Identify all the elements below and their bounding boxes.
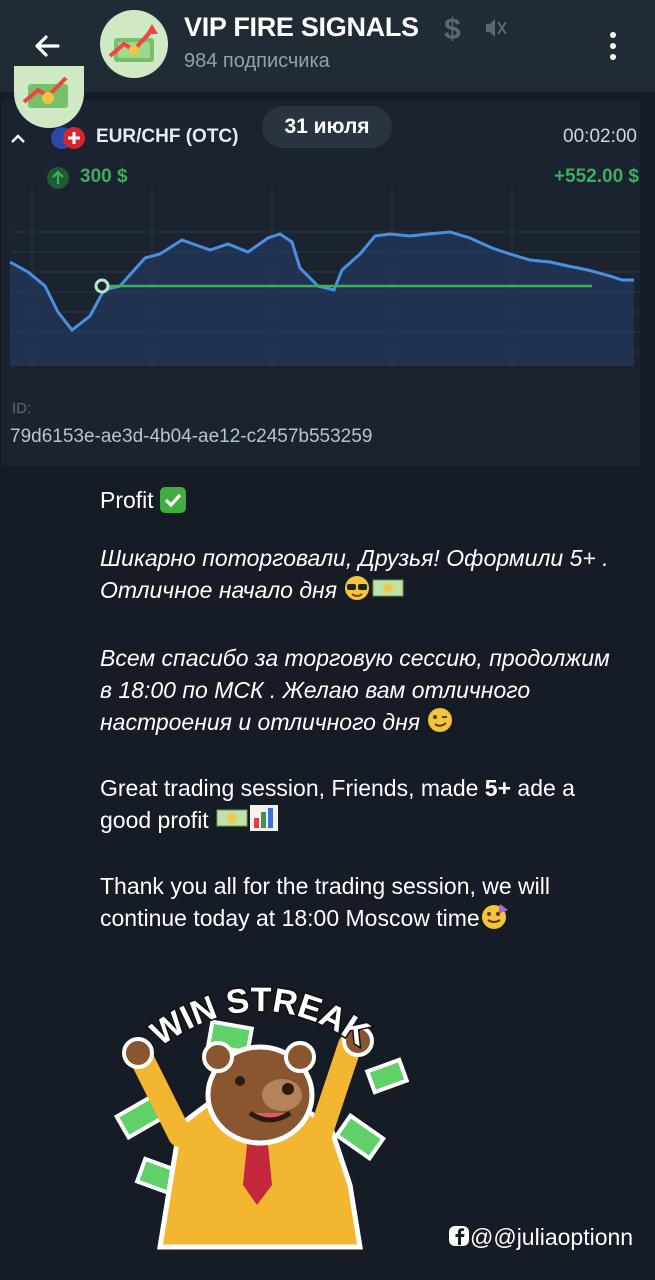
sunglasses-icon <box>343 575 371 609</box>
trade-amount: 300 $ <box>80 166 128 187</box>
en-paragraph-1: Great trading session, Friends, made 5+ … <box>100 772 620 840</box>
facebook-icon <box>448 1225 470 1253</box>
dollar-icon: $ <box>444 13 461 44</box>
mute-icon <box>486 19 507 37</box>
price-chart <box>9 190 640 366</box>
wink-icon <box>426 707 454 741</box>
money-icon <box>215 805 249 839</box>
ru-paragraph-2-text: Всем спасибо за торговую сессию, продолж… <box>100 645 610 735</box>
sticker-caption: WIN STREAK <box>144 985 376 1053</box>
more-vertical-icon[interactable] <box>602 30 624 62</box>
profit-line: Profit <box>100 484 187 516</box>
channel-avatar[interactable] <box>100 10 168 78</box>
currency-pair: EUR/CHF (OTC) <box>96 126 239 147</box>
channel-title[interactable]: VIP FIRE SIGNALS <box>184 12 419 43</box>
pair-flags <box>11 127 85 149</box>
money-icon <box>371 575 405 609</box>
arrow-left-icon[interactable] <box>26 24 70 68</box>
ru-paragraph-2: Всем спасибо за торговую сессию, продолж… <box>100 642 620 741</box>
check-mark-icon <box>160 486 187 513</box>
arrow-up-circle-icon <box>47 167 69 189</box>
watermark-text: @@juliaoptionn <box>470 1224 634 1250</box>
trade-id-value[interactable]: 79d6153e-ae3d-4b04-ae12-c2457b553259 <box>10 426 372 448</box>
win-streak-sticker[interactable]: WIN STREAK <box>100 985 420 1255</box>
date-pill: 31 июля <box>262 106 392 148</box>
chart-bars-icon <box>249 804 279 840</box>
en-paragraph-1-text-a: Great trading session, Friends, made <box>100 775 485 801</box>
entry-point <box>94 278 110 294</box>
title-status-icons: $ <box>444 13 507 44</box>
chat-header: VIP FIRE SIGNALS $ 984 подписчика <box>0 0 655 92</box>
trade-profit: +552.00 $ <box>553 166 639 187</box>
watermark: @@juliaoptionn <box>448 1224 633 1253</box>
trade-timer: 00:02:00 <box>563 126 637 147</box>
en-paragraph-2: Thank you all for the trading session, w… <box>100 870 620 938</box>
profit-title: Profit <box>100 487 154 513</box>
ru-paragraph-1: Шикарно поторговали, Друзья! Оформили 5+… <box>100 542 620 609</box>
svg-text:$: $ <box>444 13 461 44</box>
chevron-up-icon <box>11 134 25 143</box>
en-paragraph-1-bold: 5+ <box>484 775 512 801</box>
subscriber-count: 984 подписчика <box>184 50 330 72</box>
party-face-icon <box>480 902 510 938</box>
trade-id-label: ID: <box>12 400 32 417</box>
